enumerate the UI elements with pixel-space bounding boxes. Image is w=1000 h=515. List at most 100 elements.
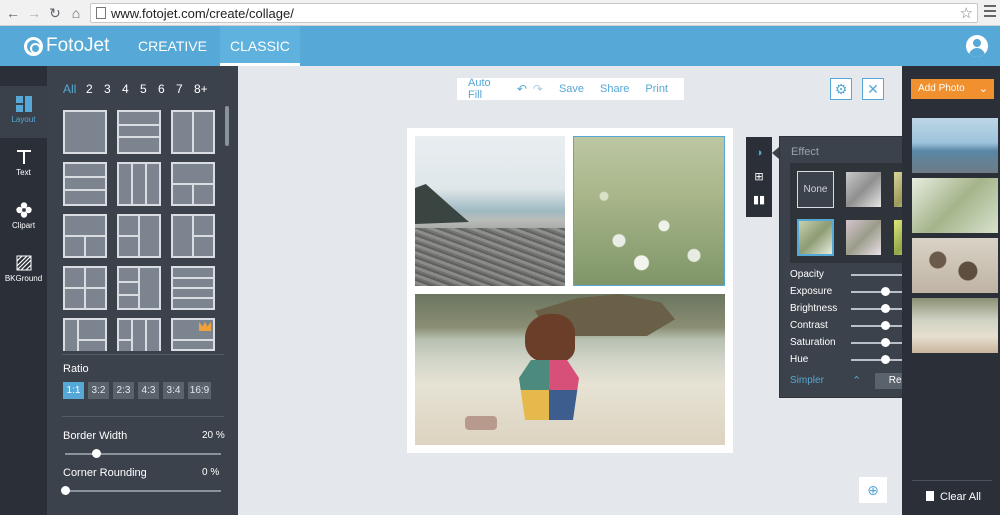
layout-thumbnail-grid (61, 108, 221, 351)
divider (62, 416, 224, 417)
layout-thumbnail[interactable] (117, 214, 161, 258)
layout-thumbnail-premium[interactable] (171, 318, 215, 351)
exposure-thumb[interactable] (881, 287, 890, 296)
clear-all-button[interactable]: Clear All (926, 491, 981, 503)
layout-thumbnail[interactable] (171, 266, 215, 310)
photo-thumbnail-stones[interactable] (912, 238, 998, 293)
collage-photo-girl-on-beach[interactable] (415, 294, 725, 445)
print-button[interactable]: Print (645, 83, 668, 95)
clipart-icon (15, 202, 32, 218)
layout-thumbnail[interactable] (63, 162, 107, 206)
ratio-3-4[interactable]: 3:4 (163, 382, 184, 399)
opacity-label: Opacity (790, 269, 824, 280)
layout-thumbnail[interactable] (171, 162, 215, 206)
effect-preset-bw[interactable] (845, 171, 882, 208)
tab-classic[interactable]: CLASSIC (220, 26, 300, 66)
effect-icon[interactable]: ◑ (752, 146, 766, 160)
panel-pointer (772, 147, 779, 159)
forward-icon[interactable]: → (25, 4, 43, 22)
corner-rounding-slider[interactable] (61, 486, 221, 495)
layout-thumbnail[interactable] (117, 266, 161, 310)
effect-preset-original-selected[interactable] (797, 219, 834, 256)
count-5[interactable]: 5 (140, 82, 158, 96)
corner-rounding-value: 0 % (202, 467, 220, 478)
layout-thumbnail[interactable] (117, 162, 161, 206)
save-button[interactable]: Save (559, 83, 584, 95)
edit-toolbar: Auto Fill ↶ ↷ Save Share Print (457, 77, 684, 101)
corner-rounding-thumb[interactable] (61, 486, 70, 495)
count-all[interactable]: All (63, 82, 86, 96)
tool-layout[interactable]: Layout (0, 86, 47, 138)
count-2[interactable]: 2 (86, 82, 104, 96)
border-width-slider[interactable] (65, 449, 221, 458)
ratio-1-1[interactable]: 1:1 (63, 382, 84, 399)
contrast-thumb[interactable] (881, 321, 890, 330)
trash-icon (926, 491, 934, 501)
simpler-toggle[interactable]: Simpler (790, 375, 824, 386)
count-6[interactable]: 6 (158, 82, 176, 96)
layout-thumbnail[interactable] (63, 110, 107, 154)
collage-photo-beach[interactable] (415, 136, 565, 286)
tool-text-label: Text (16, 168, 31, 177)
tool-background[interactable]: BKGround (0, 245, 47, 297)
layout-scrollbar[interactable] (225, 106, 229, 146)
ratio-16-9[interactable]: 16:9 (188, 382, 211, 399)
collage-canvas (407, 128, 733, 453)
back-icon[interactable]: ← (4, 4, 22, 22)
close-icon[interactable]: ✕ (862, 78, 884, 100)
home-icon[interactable]: ⌂ (67, 4, 85, 22)
share-button[interactable]: Share (600, 83, 629, 95)
logo-icon (24, 36, 43, 56)
saturation-thumb[interactable] (881, 338, 890, 347)
layout-thumbnail[interactable] (171, 110, 215, 154)
user-avatar-icon[interactable] (966, 35, 988, 57)
tool-sidebar: Layout Text Clipart BKGround (0, 66, 47, 515)
contrast-label: Contrast (790, 320, 828, 331)
divider (62, 354, 224, 355)
fotojet-logo[interactable]: FotoJet (24, 35, 109, 57)
hue-thumb[interactable] (881, 355, 890, 364)
flip-icon[interactable]: ▮▮ (752, 193, 766, 207)
layout-thumbnail[interactable] (117, 318, 161, 351)
logo-text: FotoJet (46, 35, 110, 56)
count-3[interactable]: 3 (104, 82, 122, 96)
chevron-up-icon[interactable]: ⌃ (852, 374, 861, 387)
layout-thumbnail[interactable] (63, 214, 107, 258)
browser-menu-icon[interactable] (984, 5, 996, 20)
border-width-thumb[interactable] (92, 449, 102, 458)
brightness-thumb[interactable] (881, 304, 890, 313)
count-4[interactable]: 4 (122, 82, 140, 96)
reload-icon[interactable]: ↻ (46, 4, 64, 22)
layout-thumbnail[interactable] (63, 318, 107, 351)
photo-thumbnail-flowers[interactable] (912, 178, 998, 233)
ratio-2-3[interactable]: 2:3 (113, 382, 134, 399)
auto-fill-button[interactable]: Auto Fill (468, 77, 501, 101)
collage-photo-flowers-selected[interactable] (573, 136, 725, 286)
add-photo-button[interactable]: Add Photo ⌄ (911, 79, 994, 99)
layout-thumbnail[interactable] (171, 214, 215, 258)
photo-thumbnail-beach[interactable] (912, 118, 998, 173)
tool-background-label: BKGround (4, 274, 43, 283)
tool-clipart[interactable]: Clipart (0, 192, 47, 244)
effect-preset-pink[interactable] (845, 219, 882, 256)
ratio-4-3[interactable]: 4:3 (138, 382, 159, 399)
count-7[interactable]: 7 (176, 82, 194, 96)
canvas-area: Auto Fill ↶ ↷ Save Share Print ⚙ ✕ ◑ ⊞ ▮… (238, 66, 954, 515)
layout-thumbnail[interactable] (117, 110, 161, 154)
bookmark-star-icon[interactable]: ☆ (960, 4, 973, 22)
effect-none[interactable]: None (797, 171, 834, 208)
address-bar[interactable]: www.fotojet.com/create/collage/ ☆ (90, 3, 978, 23)
chevron-down-icon[interactable]: ⌄ (979, 79, 988, 99)
zoom-in-icon[interactable]: ⊕ (859, 477, 887, 503)
tool-text[interactable]: Text (0, 139, 47, 191)
ratio-3-2[interactable]: 3:2 (88, 382, 109, 399)
photo-thumbnail-girl[interactable] (912, 298, 998, 353)
crop-icon[interactable]: ⊞ (752, 170, 766, 184)
undo-icon[interactable]: ↶ (517, 82, 527, 96)
settings-gear-icon[interactable]: ⚙ (830, 78, 852, 100)
tab-creative[interactable]: CREATIVE (128, 26, 217, 66)
background-icon (16, 255, 31, 271)
redo-icon[interactable]: ↷ (533, 82, 543, 96)
layout-thumbnail[interactable] (63, 266, 107, 310)
count-8-plus[interactable]: 8+ (194, 82, 212, 96)
